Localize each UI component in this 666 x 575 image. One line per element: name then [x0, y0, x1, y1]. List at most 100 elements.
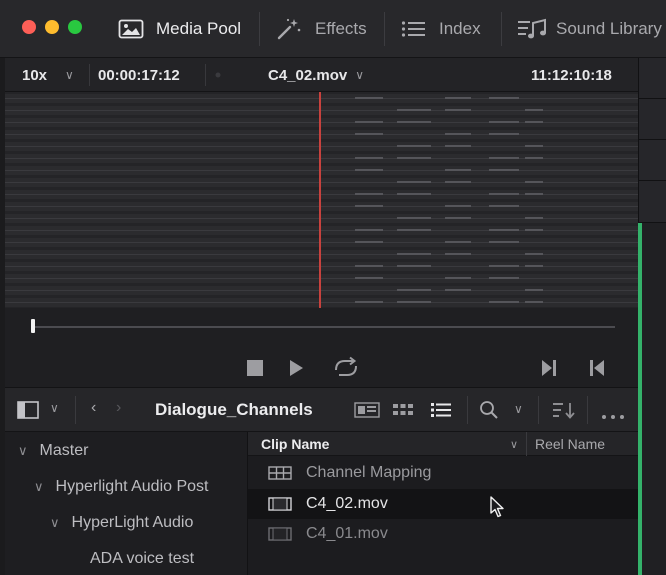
divider [538, 396, 539, 424]
effects-wand-icon [275, 17, 303, 41]
chevron-down-icon[interactable]: ∨ [50, 401, 59, 415]
index-list-icon [401, 20, 427, 38]
play-icon [290, 360, 303, 376]
clip-row-c4-02[interactable]: C4_02.mov [248, 489, 638, 519]
next-clip-button[interactable] [540, 359, 558, 382]
divider [587, 396, 588, 424]
loop-button[interactable] [331, 356, 361, 385]
bin-item-hyperlight-audio-post[interactable]: ∨ Hyperlight Audio Post [5, 469, 209, 505]
forward-button[interactable]: › [116, 399, 121, 417]
divider [501, 12, 502, 46]
window-toolbar: Media Pool Effects Index Sound Library [0, 0, 666, 58]
side-panel-button[interactable] [639, 99, 666, 140]
media-pool-toolbar: ∨ ‹ › Dialogue_Channels ∨ [5, 388, 638, 432]
tab-index[interactable]: Index [401, 0, 481, 58]
divider [205, 64, 206, 86]
bin-label: Master [39, 442, 89, 459]
bin-label: ADA voice test [90, 550, 195, 567]
side-panel-button[interactable] [639, 140, 666, 181]
bin-label: HyperLight Audio [71, 514, 194, 531]
chevron-right-icon: › [116, 399, 122, 416]
channel-mapping-icon [268, 466, 292, 485]
zoom-dropdown[interactable]: 10x ∨ [22, 58, 74, 92]
grid-view-icon [393, 404, 413, 415]
scrub-bar[interactable] [5, 308, 638, 348]
side-panel-strip [638, 58, 666, 575]
clip-name: C4_02.mov [306, 495, 388, 512]
sidebar-panel-icon [17, 401, 39, 419]
media-pool-icon [118, 19, 144, 39]
chevron-down-icon[interactable]: ∨ [514, 402, 523, 416]
clip-name-dropdown[interactable]: C4_02.mov ∨ [268, 58, 364, 92]
sound-library-icon [517, 18, 547, 40]
current-bin-name: Dialogue_Channels [155, 400, 313, 419]
previous-clip-button[interactable] [588, 359, 606, 382]
toggle-bin-list-button[interactable] [17, 401, 39, 424]
skip-forward-icon [542, 360, 556, 376]
tab-label: Sound Library [556, 19, 662, 38]
side-panel-button[interactable] [639, 181, 666, 223]
sort-button[interactable] [552, 401, 576, 424]
tab-media-pool[interactable]: Media Pool [118, 0, 241, 58]
divider [384, 12, 385, 46]
divider [89, 64, 90, 86]
clip-name: C4_01.mov [306, 525, 388, 542]
source-timecode[interactable]: 00:00:17:12 [98, 58, 180, 92]
search-icon [480, 401, 498, 419]
metadata-view-button[interactable] [354, 402, 380, 423]
window-minimize-button[interactable] [45, 20, 59, 34]
scrub-handle[interactable] [31, 319, 35, 333]
clip-list: Clip Name ∨ Reel Name Channel Mapping C4… [248, 432, 638, 575]
clip-row-c4-01[interactable]: C4_01.mov [248, 519, 638, 549]
divider [526, 432, 527, 456]
window-close-button[interactable] [22, 20, 36, 34]
search-button[interactable] [479, 400, 499, 425]
waveform-tracks [5, 92, 638, 308]
side-panel-button[interactable] [639, 58, 666, 99]
clip-name: C4_02.mov [268, 66, 348, 84]
bin-item-master[interactable]: ∨ Master [5, 433, 88, 469]
audio-waveform-viewer[interactable] [5, 92, 638, 308]
skip-back-icon [590, 360, 604, 376]
bin-item-hyperlight-audio[interactable]: ∨ HyperLight Audio [5, 505, 193, 541]
timecode-dot-icon [215, 58, 221, 92]
window-zoom-button[interactable] [68, 20, 82, 34]
chevron-down-icon[interactable]: ∨ [510, 432, 518, 456]
chevron-down-icon: ∨ [65, 68, 74, 82]
chevron-down-icon: ∨ [355, 68, 365, 82]
bin-label: Hyperlight Audio Post [55, 478, 209, 495]
stop-button[interactable] [246, 359, 264, 382]
column-header-reel-name[interactable]: Reel Name [535, 432, 605, 456]
divider [467, 396, 468, 424]
tab-sound-library[interactable]: Sound Library [517, 0, 662, 58]
divider [259, 12, 260, 46]
list-view-icon [431, 403, 451, 417]
back-button[interactable]: ‹ [91, 399, 96, 417]
scrub-track[interactable] [33, 326, 615, 328]
chevron-left-icon: ‹ [91, 399, 97, 416]
list-view-button[interactable] [430, 401, 452, 424]
audio-level-meter [638, 223, 642, 575]
divider [75, 396, 76, 424]
metadata-view-icon [354, 402, 380, 418]
clip-list-header: Clip Name ∨ Reel Name [248, 432, 638, 456]
bin-tree: ∨ Master ∨ Hyperlight Audio Post ∨ Hyper… [5, 432, 247, 575]
more-dots-icon [602, 415, 624, 419]
tab-effects[interactable]: Effects [275, 0, 367, 58]
more-options-button[interactable] [601, 407, 625, 425]
play-button[interactable] [288, 359, 304, 382]
sort-icon [553, 403, 575, 419]
transport-controls [5, 348, 638, 388]
clip-row-channel-mapping[interactable]: Channel Mapping [248, 458, 638, 488]
thumbnail-view-button[interactable] [392, 402, 414, 423]
film-clip-icon [268, 497, 292, 516]
loop-icon [335, 356, 357, 376]
tab-label: Media Pool [156, 19, 242, 38]
record-timecode: 11:12:10:18 [531, 66, 612, 84]
column-header-clip-name[interactable]: Clip Name [261, 432, 329, 456]
clip-name: Channel Mapping [306, 464, 432, 481]
viewer-header: 10x ∨ 00:00:17:12 C4_02.mov ∨ 11:12:10:1… [5, 58, 638, 92]
film-clip-icon [268, 527, 292, 546]
chevron-down-icon: ∨ [18, 443, 28, 458]
bin-item-ada-voice-test[interactable]: ADA voice test [5, 541, 194, 575]
